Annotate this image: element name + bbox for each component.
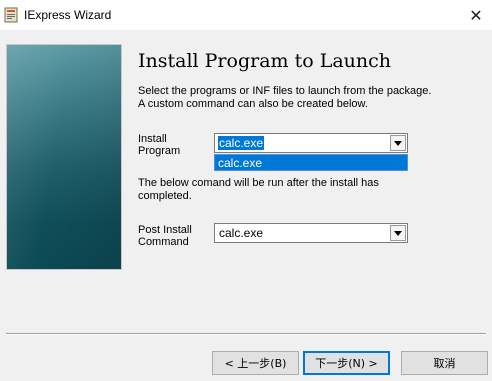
post-install-value[interactable]: calc.exe	[218, 226, 264, 240]
window-title: IExpress Wizard	[24, 8, 112, 22]
banner-shade	[7, 45, 121, 269]
install-program-label: Install Program	[138, 133, 181, 157]
post-install-dropdown-button[interactable]	[390, 225, 406, 241]
post-install-label: Post Install Command	[138, 224, 192, 248]
wizard-banner-image	[6, 44, 122, 270]
post-install-note: The below comand will be run after the i…	[138, 177, 379, 202]
page-description: Select the programs or INF files to laun…	[138, 85, 432, 110]
title-bar: IExpress Wizard ✕	[0, 0, 492, 30]
back-button[interactable]: < 上一步(B)	[212, 351, 299, 375]
close-icon: ✕	[469, 5, 483, 25]
chevron-down-icon	[394, 140, 402, 146]
iexpress-icon	[4, 7, 18, 23]
close-button[interactable]: ✕	[460, 0, 492, 30]
install-program-dropdown-list[interactable]: calc.exe	[214, 154, 408, 171]
footer-divider	[6, 333, 486, 335]
next-button[interactable]: 下一步(N) >	[303, 351, 390, 375]
install-program-dropdown-button[interactable]	[390, 135, 406, 151]
chevron-down-icon	[394, 230, 402, 236]
post-install-combobox[interactable]: calc.exe	[214, 223, 408, 243]
install-program-combobox[interactable]: calc.exe	[214, 133, 408, 153]
cancel-button[interactable]: 取消	[401, 351, 488, 375]
dropdown-option[interactable]: calc.exe	[218, 156, 262, 170]
page-title: Install Program to Launch	[138, 50, 391, 72]
install-program-value[interactable]: calc.exe	[218, 136, 265, 150]
